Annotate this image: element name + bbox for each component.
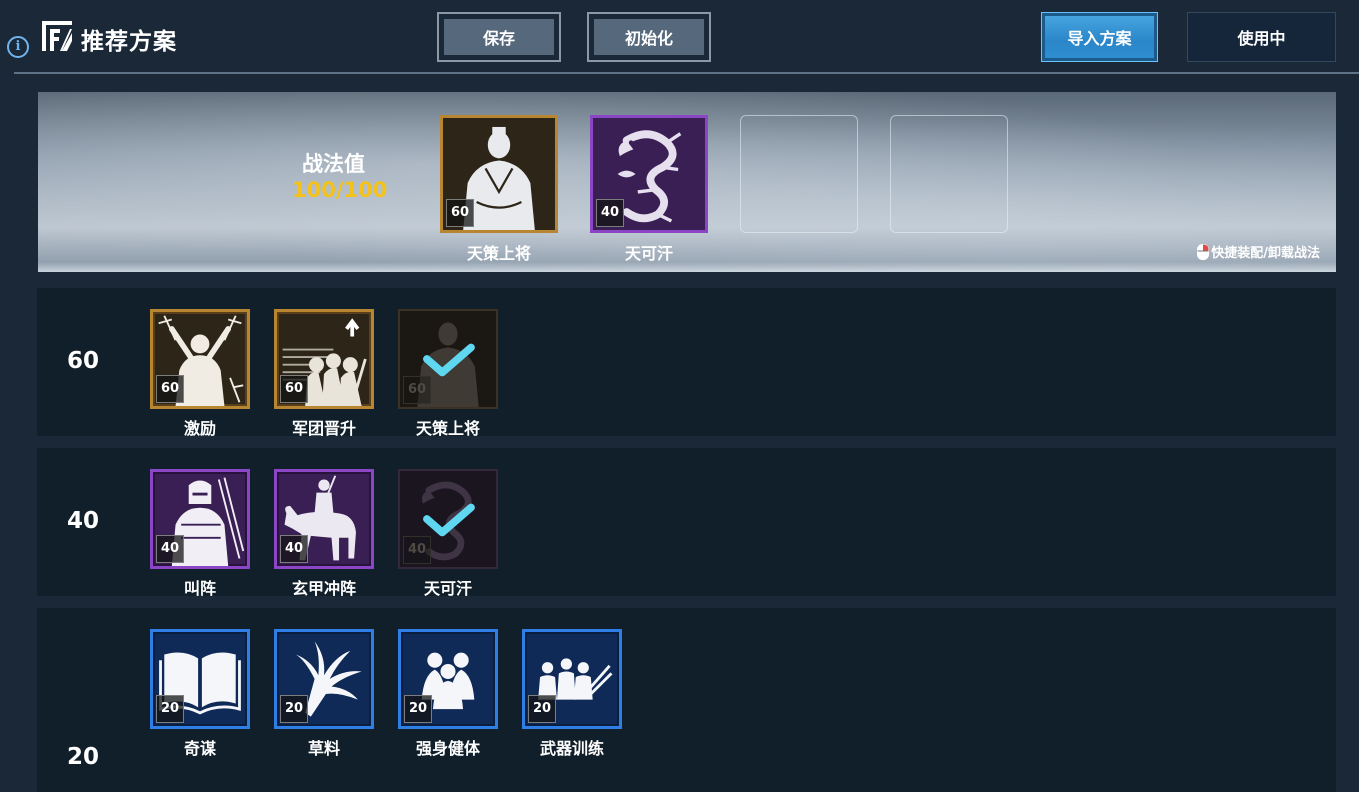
tactic-card-qiangshen-jianti[interactable]: 20	[398, 629, 498, 729]
rallying-warrior-icon: 60	[150, 309, 250, 409]
legion-promotion-icon: 60	[274, 309, 374, 409]
tactic-level-badge: 20	[528, 695, 556, 723]
equipped-slot-2[interactable]: 40	[590, 115, 708, 233]
header-divider	[14, 72, 1359, 74]
reset-button[interactable]: 初始化	[587, 12, 711, 62]
plan-logo-icon	[42, 21, 72, 51]
reset-button-label: 初始化	[594, 19, 704, 55]
tactic-card-tian-kehan[interactable]: 40	[398, 469, 498, 569]
challenger-warrior-icon: 40	[150, 469, 250, 569]
equipped-tactics-panel: 战法值 100/100 60 天策上将 40 天可汗 快捷装配/卸载战法	[38, 92, 1336, 272]
soldiers-fitness-icon: 20	[398, 629, 498, 729]
tactic-name: 激励	[183, 419, 216, 438]
tactic-level-badge: 60	[280, 375, 308, 403]
tactic-row-60: 60 60 激励 60 军团晋升 60 天策上将	[37, 288, 1336, 438]
general-portrait-icon: 60	[398, 309, 498, 409]
tactic-name: 叫阵	[183, 579, 216, 598]
fodder-sheaf-icon: 20	[274, 629, 374, 729]
in-use-button[interactable]: 使用中	[1187, 12, 1336, 62]
general-portrait-icon: 60	[440, 115, 558, 233]
save-button[interactable]: 保存	[437, 12, 561, 62]
tactic-card-tiance-shangjiang[interactable]: 60	[398, 309, 498, 409]
quick-equip-hint-text: 快捷装配/卸载战法	[1211, 246, 1320, 261]
tactic-points-label: 战法值	[302, 152, 365, 176]
tactic-points-value: 100/100	[292, 178, 388, 202]
info-icon[interactable]: i	[7, 36, 29, 58]
empty-slot-3[interactable]	[740, 115, 858, 233]
armored-cavalry-icon: 40	[274, 469, 374, 569]
tactic-level-badge: 20	[280, 695, 308, 723]
save-button-label: 保存	[444, 19, 554, 55]
tactic-level-badge: 60	[156, 375, 184, 403]
tactic-card-qimou[interactable]: 20	[150, 629, 250, 729]
tactic-level-badge: 40	[156, 535, 184, 563]
tactic-level-badge: 20	[404, 695, 432, 723]
equipped-slot-2-name: 天可汗	[624, 244, 673, 263]
tactic-name: 天可汗	[423, 579, 472, 598]
row-level-label: 20	[67, 744, 100, 770]
tactic-name: 玄甲冲阵	[291, 579, 356, 598]
tactic-level-badge: 20	[156, 695, 184, 723]
selected-check-icon	[423, 343, 475, 377]
tactic-name: 军团晋升	[291, 419, 356, 438]
slot-level-badge: 60	[446, 199, 474, 227]
tactic-card-jili[interactable]: 60	[150, 309, 250, 409]
tactic-name: 奇谋	[183, 739, 216, 758]
tactic-card-juntuan-jinsheng[interactable]: 60	[274, 309, 374, 409]
page-title: 推荐方案	[81, 29, 177, 55]
dragon-icon: 40	[398, 469, 498, 569]
open-book-icon: 20	[150, 629, 250, 729]
import-plan-button[interactable]: 导入方案	[1041, 12, 1158, 62]
tactic-row-40: 40 40 叫阵 40 玄甲冲阵 40 天可汗	[37, 448, 1336, 598]
tactic-row-20: 20 20 奇谋 20 草料 20 强身健体 20 武器训练	[37, 608, 1336, 792]
row-level-label: 60	[67, 348, 100, 374]
tactic-card-caoliao[interactable]: 20	[274, 629, 374, 729]
tactic-name: 武器训练	[539, 739, 604, 758]
mouse-right-click-icon	[1197, 243, 1210, 260]
empty-slot-4[interactable]	[890, 115, 1008, 233]
tactic-level-badge: 40	[280, 535, 308, 563]
equipped-slot-1[interactable]: 60	[440, 115, 558, 233]
tactic-card-wuqi-xunlian[interactable]: 20	[522, 629, 622, 729]
tactic-name: 草料	[307, 739, 340, 758]
selected-check-icon	[423, 503, 475, 537]
tactic-card-jiaozhen[interactable]: 40	[150, 469, 250, 569]
tactic-name: 强身健体	[415, 739, 480, 758]
slot-level-badge: 40	[596, 199, 624, 227]
dragon-icon: 40	[590, 115, 708, 233]
weapon-training-icon: 20	[522, 629, 622, 729]
row-level-label: 40	[67, 508, 100, 534]
equipped-slot-1-name: 天策上将	[466, 244, 531, 263]
tactic-card-xuanjia-chongzhen[interactable]: 40	[274, 469, 374, 569]
tactic-name: 天策上将	[415, 419, 480, 438]
quick-equip-hint: 快捷装配/卸载战法	[1197, 242, 1320, 261]
header-bar: i 推荐方案 保存 初始化 导入方案 使用中	[0, 0, 1359, 74]
